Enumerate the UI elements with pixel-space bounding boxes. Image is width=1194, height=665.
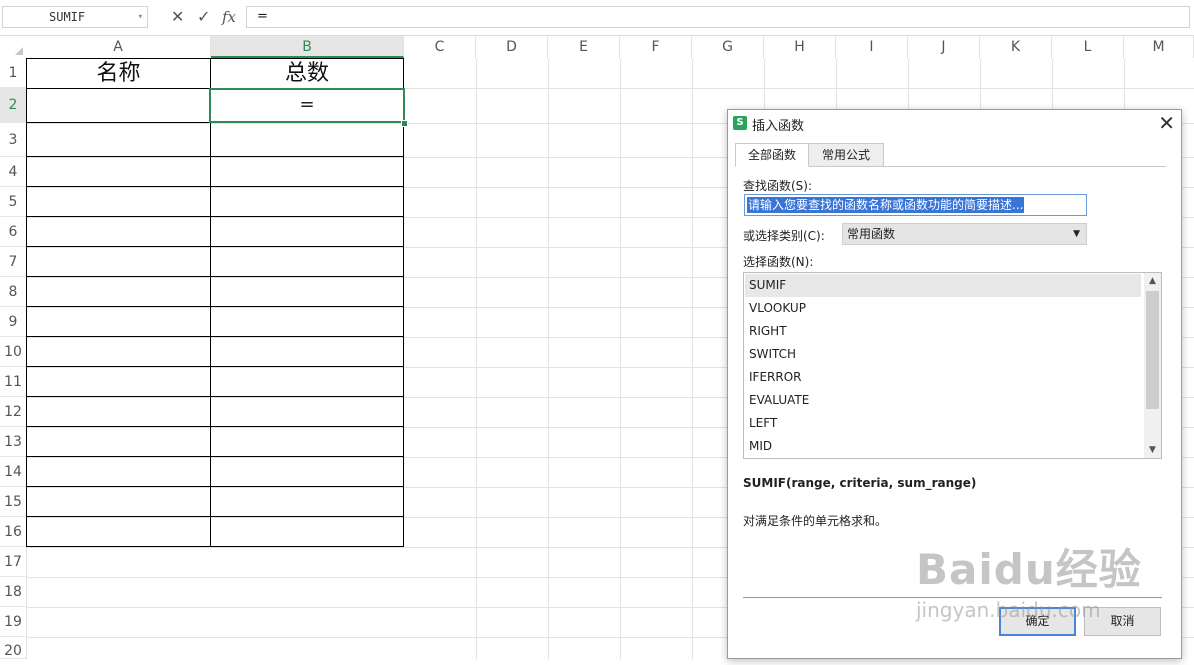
list-item-iferror[interactable]: IFERROR xyxy=(745,366,1141,389)
tab-common-formulas[interactable]: 常用公式 xyxy=(808,143,884,167)
function-list-label: 选择函数(N): xyxy=(743,255,814,269)
scroll-down-icon[interactable]: ▼ xyxy=(1144,442,1161,458)
list-scrollbar[interactable]: ▲ ▼ xyxy=(1144,273,1161,458)
list-item-switch[interactable]: SWITCH xyxy=(745,343,1141,366)
search-label: 查找函数(S): xyxy=(743,179,813,193)
list-item-vlookup[interactable]: VLOOKUP xyxy=(745,297,1141,320)
function-search-input[interactable]: 请输入您要查找的函数名称或函数功能的简要描述... xyxy=(744,194,1087,216)
search-input-text: 请输入您要查找的函数名称或函数功能的简要描述... xyxy=(747,197,1025,213)
scrollbar-thumb[interactable] xyxy=(1146,291,1159,409)
ok-button[interactable]: 确定 xyxy=(999,607,1076,636)
divider xyxy=(743,597,1162,598)
cell-b2-active[interactable]: = xyxy=(209,88,405,123)
function-description: 对满足条件的单元格求和。 xyxy=(743,514,888,528)
function-signature: SUMIF(range, criteria, sum_range) xyxy=(743,476,977,490)
list-item-sumif[interactable]: SUMIF xyxy=(745,274,1141,297)
close-icon[interactable]: ✕ xyxy=(1158,111,1175,135)
scroll-up-icon[interactable]: ▲ xyxy=(1144,273,1161,289)
list-item-right[interactable]: RIGHT xyxy=(745,320,1141,343)
cell-a1[interactable]: 名称 xyxy=(27,59,210,88)
category-select[interactable]: 常用函数 ▼ xyxy=(842,223,1087,245)
insert-function-dialog: S 插入函数 ✕ 全部函数 常用公式 查找函数(S): 请输入您要查找的函数名称… xyxy=(727,109,1182,659)
dialog-title: 插入函数 xyxy=(752,119,805,134)
cell-b1[interactable]: 总数 xyxy=(211,59,403,88)
list-item-left[interactable]: LEFT xyxy=(745,412,1141,435)
list-item-evaluate[interactable]: EVALUATE xyxy=(745,389,1141,412)
category-value: 常用函数 xyxy=(847,227,896,241)
list-item-mid[interactable]: MID xyxy=(745,435,1141,458)
tab-all-functions[interactable]: 全部函数 xyxy=(735,143,809,167)
category-label: 或选择类别(C): xyxy=(743,229,825,243)
chevron-down-icon[interactable]: ▼ xyxy=(1073,224,1080,244)
fill-handle[interactable] xyxy=(401,120,408,127)
app-logo-icon: S xyxy=(733,116,747,130)
function-list[interactable]: SUMIF VLOOKUP RIGHT SWITCH IFERROR EVALU… xyxy=(743,272,1162,459)
cancel-button[interactable]: 取消 xyxy=(1084,607,1161,636)
